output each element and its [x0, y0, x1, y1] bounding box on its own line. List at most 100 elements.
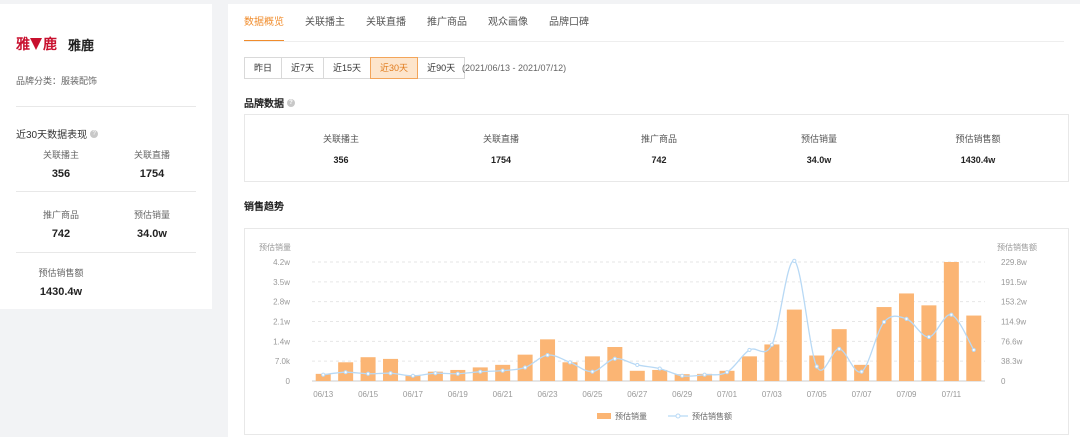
bar-estimated-volume [495, 364, 511, 381]
brand-name: 雅鹿 [68, 37, 95, 53]
point-estimated-sales [904, 316, 909, 321]
x-tick-label: 07/03 [762, 390, 783, 399]
point-estimated-sales [747, 347, 752, 353]
point-estimated-sales [433, 371, 438, 376]
legend-label-estimated-sales: 预估销售额 [692, 411, 732, 421]
point-estimated-sales [680, 373, 685, 378]
tab-related-hosts[interactable]: 关联播主 [305, 4, 345, 40]
y-tick-left: 1.4w [273, 337, 290, 346]
point-estimated-sales [635, 362, 640, 368]
bar-estimated-volume [764, 344, 780, 381]
point-estimated-sales [365, 371, 371, 376]
bar-estimated-volume [607, 347, 623, 381]
tab-data-overview[interactable]: 数据概览 [244, 4, 284, 42]
point-estimated-sales [702, 372, 707, 377]
y-tick-right: 38.3w [1001, 357, 1023, 366]
x-tick-label: 06/17 [403, 390, 424, 399]
point-estimated-sales [949, 312, 954, 317]
bar-estimated-volume [741, 356, 757, 381]
point-estimated-sales [455, 371, 460, 376]
bar-estimated-volume [629, 370, 645, 381]
bar-estimated-volume [921, 305, 937, 381]
brand-data-box: 关联播主 356 关联直播 1754 推广商品 742 预估销量 34.0w 预估销售额… [244, 114, 1069, 182]
point-estimated-sales [724, 370, 730, 375]
bar-estimated-volume [472, 367, 488, 381]
y-tick-left: 2.1w [273, 318, 290, 327]
point-estimated-sales [859, 369, 864, 374]
brand-data-title: 品牌数据? [244, 95, 295, 110]
sales-trend-chart: 预估销量 预估销售额0 07.0k 38.3w1.4w 76.6w2.1w 114.9w2… [259, 242, 1037, 421]
bar-estimated-volume [360, 357, 376, 381]
y-tick-right: 0 [1001, 377, 1006, 386]
recent-30-title: 近30天数据表现? [16, 126, 99, 141]
point-estimated-sales [926, 334, 932, 340]
y-tick-left: 2.8w [273, 298, 290, 307]
bar-estimated-volume [943, 262, 959, 381]
point-estimated-sales [321, 372, 326, 377]
brand-data-related-hosts: 关联播主 356 [322, 134, 359, 165]
date-range-selector: 昨日 近7天 近15天 近30天 近90天 [244, 57, 466, 79]
tabs-underline [244, 41, 1064, 42]
y-tick-left: 0 [286, 377, 291, 386]
point-estimated-sales [410, 373, 416, 378]
x-tick-label: 06/21 [493, 390, 514, 399]
y-tick-right: 229.8w [1001, 258, 1027, 267]
y-tick-right: 191.5w [1001, 278, 1027, 287]
y-tick-left: 4.2w [273, 258, 290, 267]
range-90-days[interactable]: 近90天 [417, 57, 466, 79]
brand-data-promoted-products: 推广商品 742 [640, 134, 677, 165]
x-tick-label: 06/27 [627, 390, 648, 399]
point-estimated-sales [478, 369, 483, 374]
point-estimated-sales [814, 364, 819, 369]
point-estimated-sales [567, 360, 573, 365]
brand-data-related-lives: 关联直播 1754 [482, 134, 519, 165]
range-7-days[interactable]: 近7天 [281, 57, 325, 79]
stat-promoted-products: 推广商品 742 [42, 210, 79, 240]
tab-brand-reputation[interactable]: 品牌口碑 [549, 4, 589, 40]
point-estimated-sales [388, 371, 393, 376]
tab-bar: 数据概览 关联播主 关联直播 推广商品 观众画像 品牌口碑 [244, 4, 610, 42]
brand-category: 品牌分类：服装配饰 [16, 76, 98, 86]
range-15-days[interactable]: 近15天 [323, 57, 372, 79]
y-tick-right: 114.9w [1001, 318, 1026, 327]
point-estimated-sales [590, 369, 595, 374]
info-icon[interactable]: ? [287, 98, 295, 107]
point-estimated-sales [881, 319, 887, 325]
y-axis-left-title: 预估销量 [259, 242, 291, 252]
x-tick-label: 06/29 [672, 390, 693, 399]
y-tick-left: 3.5w [273, 278, 290, 287]
point-estimated-sales [612, 356, 617, 361]
info-icon[interactable]: ? [90, 129, 99, 138]
bar-estimated-volume [540, 339, 556, 381]
y-tick-right: 153.2w [1001, 298, 1027, 307]
x-tick-label: 07/09 [896, 390, 917, 399]
stat-related-hosts: 关联播主 356 [42, 150, 79, 180]
x-tick-label: 06/15 [358, 390, 379, 399]
point-estimated-sales [545, 353, 550, 358]
tab-audience-profile[interactable]: 观众画像 [488, 4, 528, 40]
stat-estimated-sales: 预估销售额 1430.4w [38, 268, 84, 298]
range-30-days[interactable]: 近30天 [370, 57, 419, 79]
x-tick-label: 06/23 [538, 390, 559, 399]
y-tick-right: 76.6w [1001, 337, 1023, 346]
point-estimated-sales [792, 258, 797, 263]
range-yesterday[interactable]: 昨日 [244, 57, 283, 79]
bar-estimated-volume [786, 309, 802, 381]
point-estimated-sales [971, 347, 976, 353]
line-estimated-sales [323, 260, 975, 377]
brand-card: 雅鹿 雅鹿 品牌分类：服装配饰 近30天数据表现? 关联播主 356 关联直播 17… [0, 4, 212, 309]
sales-trend-title: 销售趋势 [244, 202, 284, 213]
legend-label-estimated-volume: 预估销量 [615, 411, 647, 421]
tab-promoted-products[interactable]: 推广商品 [427, 4, 467, 40]
x-tick-label: 06/25 [582, 390, 603, 399]
tab-related-lives[interactable]: 关联直播 [366, 4, 406, 40]
x-tick-label: 07/11 [942, 390, 962, 399]
x-tick-label: 06/19 [448, 390, 469, 399]
legend-marker-estimated-sales [675, 413, 681, 419]
stat-estimated-volume: 预估销量 34.0w [133, 210, 170, 240]
point-estimated-sales [343, 370, 348, 375]
brand-logo: 雅鹿 [16, 37, 57, 53]
bar-estimated-volume [584, 356, 600, 381]
bar-estimated-volume [898, 293, 914, 381]
legend-swatch-estimated-volume [597, 413, 611, 419]
